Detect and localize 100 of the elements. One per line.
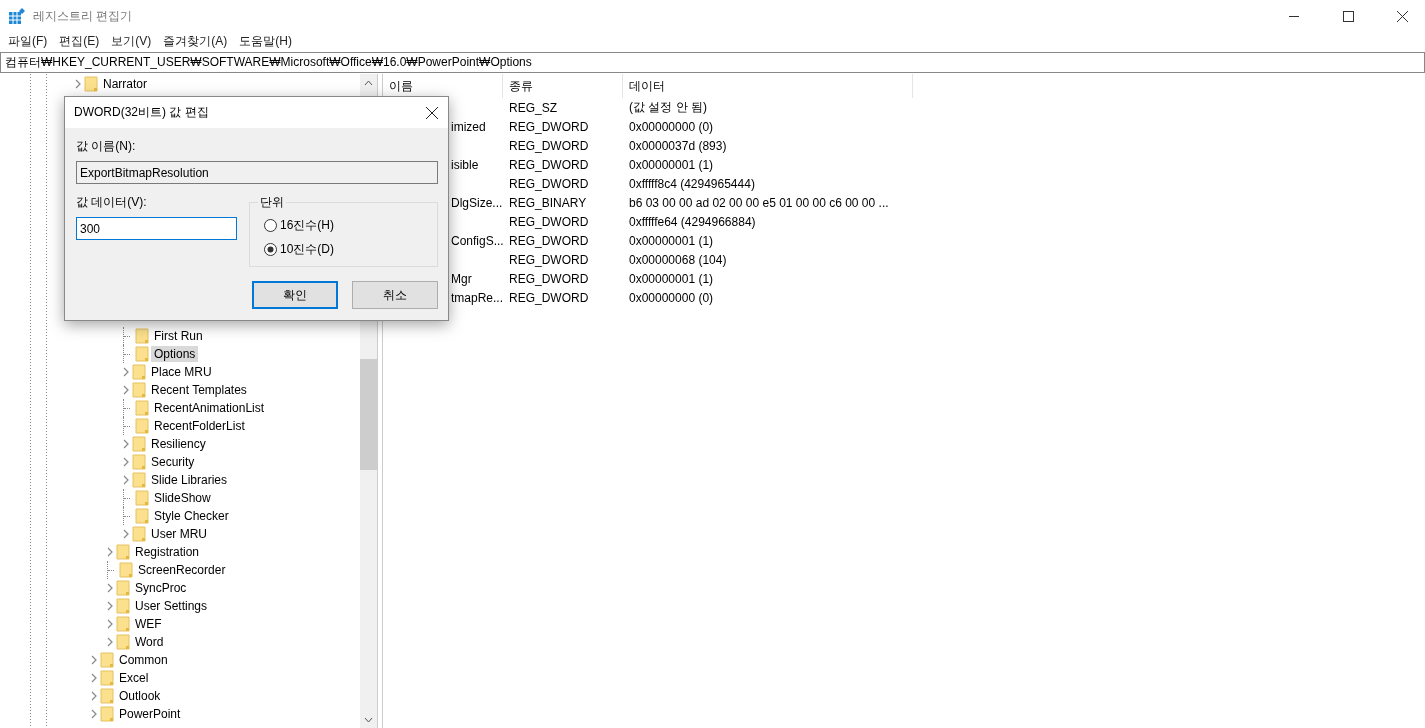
table-cell: isible	[451, 157, 479, 172]
radio-icon[interactable]	[264, 243, 277, 256]
table-cell: REG_DWORD	[509, 214, 589, 229]
table-cell: tmapRe...	[451, 290, 504, 305]
chevron-icon[interactable]	[122, 457, 130, 467]
table-cell: 0x00000068 (104)	[629, 252, 727, 267]
folder-icon	[116, 580, 130, 596]
chevron-icon[interactable]	[122, 529, 130, 539]
tree-item[interactable]: SlideShow	[151, 490, 214, 506]
table-cell: REG_DWORD	[509, 119, 589, 134]
tree-item[interactable]: Place MRU	[148, 364, 215, 380]
table-cell: REG_DWORD	[509, 138, 589, 153]
tree-item[interactable]: Slide Libraries	[148, 472, 231, 488]
tree-item[interactable]: Common	[116, 652, 171, 668]
table-cell: REG_DWORD	[509, 157, 589, 172]
folder-icon	[116, 616, 130, 632]
chevron-icon[interactable]	[106, 547, 114, 557]
table-cell: REG_DWORD	[509, 290, 589, 305]
menu-item[interactable]: 보기(V)	[105, 33, 158, 50]
registry-app-icon	[9, 8, 25, 24]
tree-item[interactable]: Resiliency	[148, 436, 209, 452]
folder-icon	[135, 490, 149, 506]
menu-item[interactable]: 도움말(H)	[233, 33, 298, 50]
table-cell: 0xfffffe64 (4294966884)	[629, 214, 756, 229]
chevron-icon[interactable]	[90, 691, 98, 701]
close-icon[interactable]	[1396, 10, 1408, 22]
folder-icon	[132, 382, 146, 398]
table-cell: (값 설정 안 됨)	[629, 100, 707, 114]
tree-item[interactable]: RecentAnimationList	[151, 400, 268, 416]
chevron-icon[interactable]	[90, 673, 98, 683]
folder-icon	[116, 634, 130, 650]
tree-item[interactable]: Recent Templates	[148, 382, 250, 398]
maximize-icon[interactable]	[1342, 10, 1354, 22]
tree-item[interactable]: SyncProc	[132, 580, 190, 596]
tree-item[interactable]: Excel	[116, 670, 152, 686]
menu-item[interactable]: 즐겨찾기(A)	[157, 33, 234, 50]
tree-item[interactable]: WEF	[132, 616, 165, 632]
tree-item[interactable]: Word	[132, 634, 167, 650]
dialog-title: DWORD(32비트) 값 편집	[74, 104, 210, 121]
chevron-icon[interactable]	[74, 79, 82, 89]
table-cell: ConfigS...	[451, 233, 504, 248]
folder-icon	[132, 472, 146, 488]
table-cell: Mgr	[451, 271, 472, 286]
table-cell: 0x00000001 (1)	[629, 233, 714, 248]
menu-item[interactable]: 편집(E)	[53, 33, 106, 50]
tree-item[interactable]: Registration	[132, 544, 203, 560]
table-cell: b6 03 00 00 ad 02 00 00 e5 01 00 00 c6 00 00 ...	[629, 195, 889, 210]
folder-icon	[135, 400, 149, 416]
dialog-button[interactable]: 취소	[352, 281, 438, 309]
tree-item[interactable]: Outlook	[116, 688, 164, 704]
tree-item[interactable]: PowerPoint	[116, 706, 184, 722]
chevron-icon[interactable]	[106, 583, 114, 593]
scroll-down-icon[interactable]	[364, 716, 373, 723]
address-bar[interactable]: 컴퓨터₩HKEY_CURRENT_USER₩SOFTWARE₩Microsoft₩Office₩16.0₩PowerPoint₩Options	[0, 52, 1425, 73]
chevron-icon[interactable]	[106, 637, 114, 647]
folder-icon	[135, 418, 149, 434]
value-name-field[interactable]: ExportBitmapResolution	[76, 161, 438, 184]
folder-icon	[116, 598, 130, 614]
radio-option[interactable]: 10진수(D)	[264, 241, 437, 258]
table-cell: DlgSize...	[451, 195, 503, 210]
close-icon[interactable]	[426, 106, 438, 119]
field-label: 값 데이터(V):	[76, 194, 148, 211]
folder-icon	[100, 706, 114, 722]
chevron-icon[interactable]	[90, 655, 98, 665]
folder-icon	[119, 562, 133, 578]
radio-option[interactable]: 16진수(H)	[264, 217, 437, 234]
tree-item[interactable]: User Settings	[132, 598, 211, 614]
column-header[interactable]: 종류	[503, 74, 623, 98]
tree-item[interactable]: Security	[148, 454, 198, 470]
tree-item[interactable]: Narrator	[100, 76, 150, 92]
chevron-icon[interactable]	[122, 367, 130, 377]
group-label: 단위	[259, 194, 285, 211]
chevron-icon[interactable]	[106, 601, 114, 611]
table-cell: 0x0000037d (893)	[629, 138, 727, 153]
folder-icon	[135, 508, 149, 524]
tree-item[interactable]: Options	[151, 346, 199, 362]
tree-item[interactable]: First Run	[151, 328, 206, 344]
chevron-icon[interactable]	[122, 385, 130, 395]
chevron-icon[interactable]	[122, 475, 130, 485]
dialog-button[interactable]: 확인	[252, 281, 338, 309]
tree-item[interactable]: Style Checker	[151, 508, 232, 524]
chevron-icon[interactable]	[90, 709, 98, 719]
chevron-icon[interactable]	[106, 619, 114, 629]
folder-icon	[100, 670, 114, 686]
menu-item[interactable]: 파일(F)	[2, 33, 54, 50]
column-header[interactable]: 데이터	[623, 74, 913, 98]
tree-item[interactable]: User MRU	[148, 526, 210, 542]
radio-icon[interactable]	[264, 219, 277, 232]
table-cell: imized	[451, 119, 486, 134]
scroll-thumb[interactable]	[360, 359, 377, 470]
table-cell: 0x00000001 (1)	[629, 157, 714, 172]
scroll-up-icon[interactable]	[364, 79, 373, 86]
tree-item[interactable]: RecentFolderList	[151, 418, 248, 434]
table-cell: REG_DWORD	[509, 233, 589, 248]
tree-item[interactable]: ScreenRecorder	[135, 562, 229, 578]
table-cell: REG_DWORD	[509, 176, 589, 191]
chevron-icon[interactable]	[122, 439, 130, 449]
folder-icon	[132, 526, 146, 542]
folder-icon	[135, 328, 149, 344]
value-data-field[interactable]: 300	[76, 217, 237, 240]
